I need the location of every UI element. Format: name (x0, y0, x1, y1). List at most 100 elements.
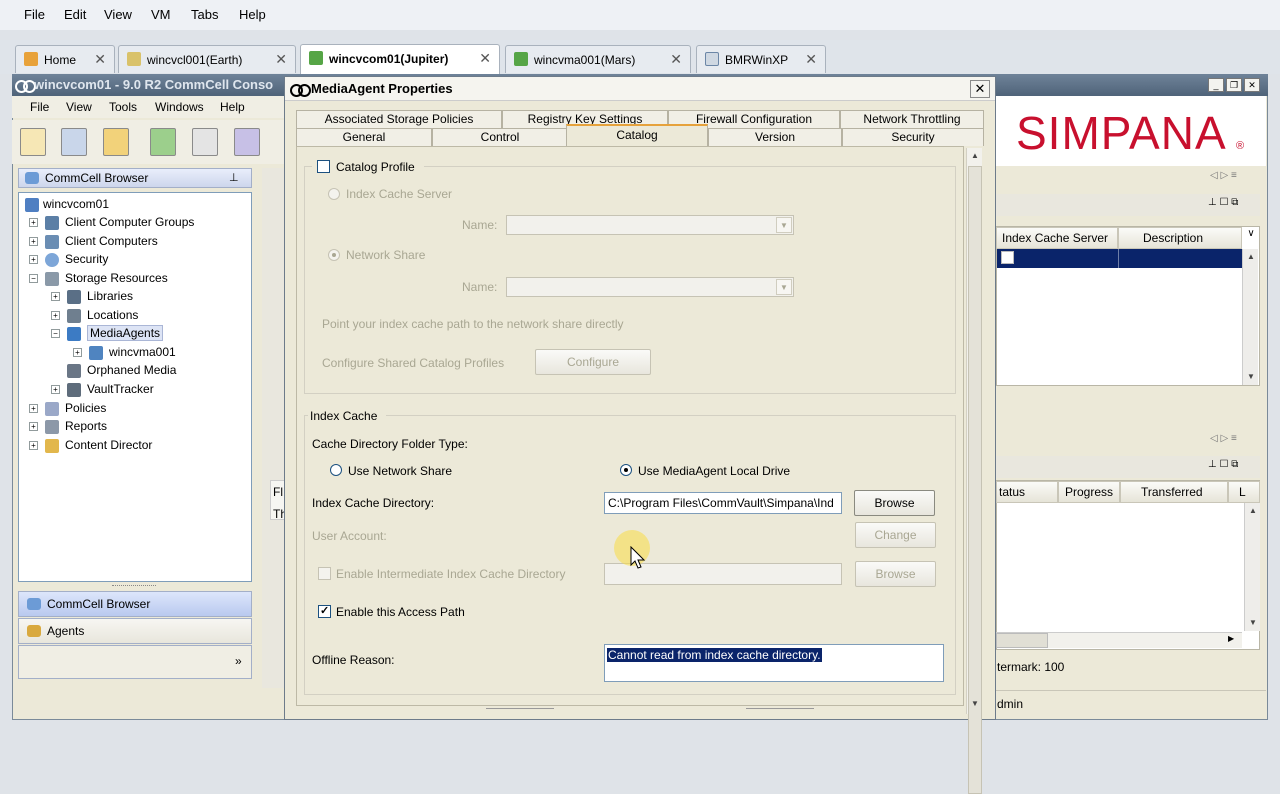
dialog-close-button[interactable]: ✕ (970, 80, 990, 98)
network-share-select[interactable]: ▼ (506, 277, 794, 297)
expand-icon[interactable]: + (29, 422, 38, 431)
tree-item-vaulttracker[interactable]: + VaultTracker (51, 382, 154, 397)
browse-directory-button[interactable]: Browse (854, 490, 935, 516)
vm-tab-earth[interactable]: wincvcl001(Earth) ✕ (118, 45, 296, 73)
use-network-share-radio[interactable] (330, 464, 342, 476)
tree-item-security[interactable]: + Security (29, 252, 108, 267)
tree-item-libraries[interactable]: + Libraries (51, 289, 133, 304)
vm-tab-home[interactable]: Home ✕ (15, 45, 115, 73)
tree-item-orphaned-media[interactable]: Orphaned Media (67, 363, 176, 378)
console-menu-file[interactable]: File (30, 100, 49, 114)
expand-icon[interactable]: + (51, 311, 60, 320)
tree-item-policies[interactable]: + Policies (29, 401, 106, 416)
scroll-down-icon[interactable]: ▼ (1243, 369, 1259, 385)
offline-reason-textarea[interactable]: Cannot read from index cache directory. (604, 644, 944, 682)
expand-icon[interactable]: + (73, 348, 82, 357)
tree-item-wincvma001[interactable]: + wincvma001 (73, 345, 176, 360)
vm-tab-bmrwinxp[interactable]: BMRWinXP ✕ (696, 45, 826, 73)
tree-item-locations[interactable]: + Locations (51, 308, 138, 323)
splitter-grip[interactable] (112, 585, 156, 588)
partial-button[interactable] (486, 708, 554, 718)
properties-tool-icon[interactable] (20, 128, 46, 156)
expand-icon[interactable]: + (29, 255, 38, 264)
nav-commcell-browser[interactable]: CommCell Browser (18, 591, 252, 617)
tree-item-mediaagents[interactable]: − MediaAgents (51, 325, 164, 341)
expand-icon[interactable]: + (29, 218, 38, 227)
col-transferred[interactable]: Transferred (1120, 481, 1228, 503)
console-menu-help[interactable]: Help (220, 100, 245, 114)
vm-menu-view[interactable]: View (104, 7, 132, 22)
vm-menu-edit[interactable]: Edit (64, 7, 86, 22)
vm-menu-vm[interactable]: VM (151, 7, 171, 22)
scroll-up-icon[interactable]: ▲ (967, 148, 983, 164)
vm-menu-file[interactable]: File (24, 7, 45, 22)
tab-general[interactable]: General (296, 130, 432, 144)
event-viewer-tool-icon[interactable] (150, 128, 176, 156)
console-menu-view[interactable]: View (66, 100, 92, 114)
configure-button[interactable]: Configure (535, 349, 651, 375)
minimize-icon[interactable]: _ (1208, 78, 1224, 92)
col-more[interactable]: L (1228, 481, 1260, 503)
partial-button[interactable] (746, 708, 814, 718)
grid2-scrollbar[interactable]: ▲ ▼ (1244, 503, 1260, 631)
expand-icon[interactable]: + (29, 404, 38, 413)
expand-icon[interactable]: + (51, 292, 60, 301)
tree-root[interactable]: wincvcom01 (25, 197, 109, 212)
index-cache-server-radio[interactable] (328, 188, 340, 200)
enable-access-path-checkbox[interactable]: ✓ (318, 605, 331, 618)
tree-item-content-director[interactable]: + Content Director (29, 438, 152, 453)
index-cache-server-select[interactable]: ▼ (506, 215, 794, 235)
nav-arrows-icon[interactable]: ◁ ▷ ≡ (1210, 170, 1237, 181)
vm-tab-mars[interactable]: wincvma001(Mars) ✕ (505, 45, 691, 73)
expand-icon[interactable]: + (29, 441, 38, 450)
console-menu-tools[interactable]: Tools (109, 100, 137, 114)
reports-tool-icon[interactable] (103, 128, 129, 156)
tree-item-client-groups[interactable]: + Client Computer Groups (29, 215, 194, 230)
console-menu-windows[interactable]: Windows (155, 100, 204, 114)
job-controller-tool-icon[interactable] (61, 128, 87, 156)
hscroll-thumb[interactable] (996, 633, 1048, 648)
close-icon[interactable]: ✕ (479, 50, 491, 67)
close-icon[interactable]: ✕ (805, 51, 817, 68)
vm-menu-tabs[interactable]: Tabs (191, 7, 218, 22)
tree-item-storage-resources[interactable]: − Storage Resources (29, 271, 168, 286)
tab-catalog[interactable]: Catalog (566, 128, 708, 142)
tree-item-reports[interactable]: + Reports (29, 419, 107, 434)
scroll-right-icon[interactable]: ▶ (1228, 634, 1234, 643)
scroll-down-icon[interactable]: ▼ (1245, 615, 1261, 631)
tree-item-client-computers[interactable]: + Client Computers (29, 234, 158, 249)
tab-network-throttling[interactable]: Network Throttling (840, 112, 984, 126)
scroll-up-icon[interactable]: ▲ (1245, 503, 1261, 519)
scroll-down-icon[interactable]: ▼ (967, 696, 983, 712)
col-description[interactable]: Description (1118, 227, 1242, 249)
tab-associated-storage-policies[interactable]: Associated Storage Policies (296, 112, 502, 126)
selected-grid-row[interactable] (997, 249, 1242, 268)
pane-controls-icon[interactable]: ⊥ ☐ ⧉ (1208, 197, 1238, 208)
vm-tab-jupiter[interactable]: wincvcom01(Jupiter) ✕ (300, 44, 500, 74)
tab-version[interactable]: Version (708, 130, 842, 144)
change-user-button[interactable]: Change (855, 522, 936, 548)
grid1-scrollbar[interactable]: ▲ ▼ (1242, 249, 1258, 385)
network-share-radio[interactable] (328, 249, 340, 261)
expand-icon[interactable]: + (29, 237, 38, 246)
catalog-profile-checkbox[interactable] (317, 160, 330, 173)
row-checkbox[interactable] (1001, 251, 1014, 264)
collapse-icon[interactable]: − (51, 329, 60, 338)
col-index-cache-server[interactable]: Index Cache Server (996, 227, 1118, 249)
chevron-down-icon[interactable]: ▼ (776, 279, 792, 295)
calendar-tool-icon[interactable] (192, 128, 218, 156)
collapse-icon[interactable]: − (29, 274, 38, 283)
close-icon[interactable]: ✕ (670, 51, 682, 68)
col-progress[interactable]: Progress (1058, 481, 1120, 503)
grid2-hscrollbar[interactable]: ▶ (996, 632, 1242, 648)
vm-menu-help[interactable]: Help (239, 7, 266, 22)
col-status[interactable]: tatus (996, 481, 1058, 503)
nav-arrows-icon[interactable]: ◁ ▷ ≡ (1210, 433, 1237, 444)
chevron-down-icon[interactable]: ▼ (776, 217, 792, 233)
chevron-down-icon[interactable]: ∨ (1244, 228, 1258, 248)
scroll-up-icon[interactable]: ▲ (1243, 249, 1259, 265)
close-icon[interactable]: ✕ (1244, 78, 1260, 92)
index-cache-directory-input[interactable]: C:\Program Files\CommVault\Simpana\Ind (604, 492, 842, 514)
chevron-down-icon[interactable]: » (235, 654, 242, 668)
tab-control[interactable]: Control (432, 130, 568, 144)
